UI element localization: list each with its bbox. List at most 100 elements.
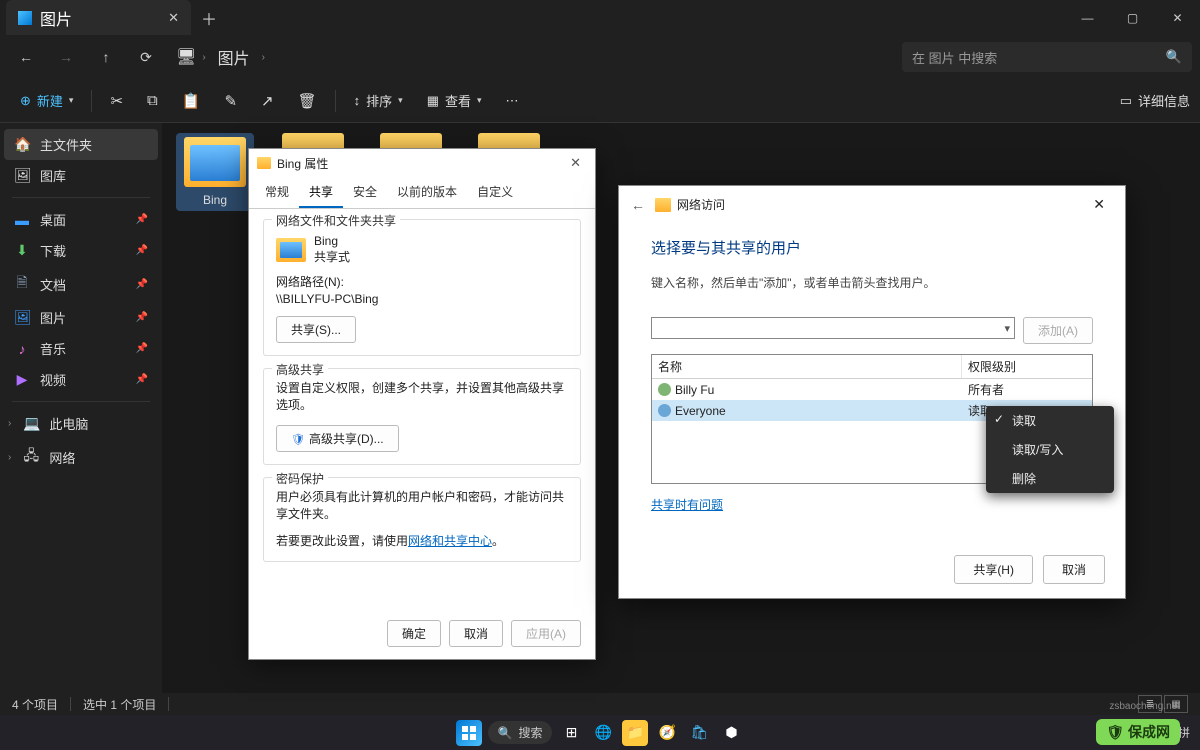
close-dialog-button[interactable]: ✕: [564, 153, 587, 173]
address-bar[interactable]: 🖥 › 图片 ›: [176, 41, 265, 73]
network-center-link[interactable]: 网络和共享中心: [408, 534, 492, 548]
monitor-icon: 🖥: [176, 47, 196, 67]
chevron-down-icon: ▾: [477, 95, 482, 106]
dialog-body: 网络文件和文件夹共享 Bing 共享式 网络路径(N): \\BILLYFU-P…: [249, 209, 595, 584]
sharing-help-link[interactable]: 共享时有问题: [651, 498, 723, 512]
cut-button[interactable]: ✂: [100, 86, 133, 116]
pictures-icon: 🖼: [14, 309, 30, 326]
dialog-titlebar[interactable]: Bing 属性 ✕: [249, 149, 595, 177]
paste-button[interactable]: 📋: [172, 86, 211, 116]
separator: [335, 90, 336, 112]
sidebar-item-music[interactable]: ♪音乐📌: [4, 333, 158, 364]
share-button[interactable]: 共享(S)...: [276, 316, 356, 343]
search-input[interactable]: 在 图片 中搜索 🔍: [902, 42, 1192, 72]
new-tab-button[interactable]: ＋: [191, 6, 227, 30]
menu-item-remove[interactable]: 删除: [986, 464, 1114, 493]
share-confirm-button[interactable]: 共享(H): [954, 555, 1033, 584]
plus-circle-icon: ⊕: [20, 93, 31, 109]
new-button[interactable]: ⊕ 新建 ▾: [10, 85, 83, 116]
tab-customize[interactable]: 自定义: [467, 177, 523, 208]
sidebar-item-pictures[interactable]: 🖼图片📌: [4, 302, 158, 333]
taskbar: 🔍搜索 ⊞ 🌐 📁 🧭 🛍 ⬢ ˄ 英 拼: [0, 715, 1200, 750]
tab-previous-versions[interactable]: 以前的版本: [387, 177, 467, 208]
taskbar-app[interactable]: 🧭: [654, 720, 680, 746]
advanced-share-button[interactable]: 🛡高级共享(D)...: [276, 425, 399, 452]
rename-button[interactable]: ✎: [214, 86, 247, 116]
minimize-button[interactable]: —: [1065, 0, 1110, 35]
group-label: 网络文件和文件夹共享: [272, 212, 400, 229]
back-button[interactable]: ←: [631, 197, 645, 213]
sort-button[interactable]: ↕ 排序 ▾: [344, 85, 413, 116]
user-name-combobox[interactable]: ▾: [651, 317, 1015, 339]
download-icon: ⬇: [14, 242, 30, 259]
taskbar-search[interactable]: 🔍搜索: [488, 721, 553, 744]
music-icon: ♪: [14, 341, 30, 357]
user-name: Everyone: [675, 404, 726, 418]
group-label: 密码保护: [272, 470, 328, 487]
details-pane-button[interactable]: ▭ 详细信息: [1120, 91, 1190, 110]
taskbar-app[interactable]: 🌐: [590, 720, 616, 746]
sidebar-item-gallery[interactable]: 🖼图库: [4, 160, 158, 191]
sidebar-item-network[interactable]: ›🖧网络: [4, 439, 158, 475]
sidebar-item-thispc[interactable]: ›💻此电脑: [4, 408, 158, 439]
properties-tabs: 常规 共享 安全 以前的版本 自定义: [249, 177, 595, 209]
sidebar-item-home[interactable]: 🏠主文件夹: [4, 129, 158, 160]
taskbar-app[interactable]: 🛍: [686, 720, 712, 746]
sidebar-item-documents[interactable]: 🗎文档📌: [4, 266, 158, 302]
delete-button[interactable]: 🗑: [288, 86, 327, 116]
taskbar-app[interactable]: 📁: [622, 720, 648, 746]
close-dialog-button[interactable]: ✕: [1085, 194, 1113, 215]
chevron-right-icon: ›: [8, 452, 11, 463]
add-button[interactable]: 添加(A): [1023, 317, 1093, 344]
sort-icon: ↕: [354, 93, 361, 108]
more-button[interactable]: ⋯: [496, 87, 529, 115]
folder-bing[interactable]: Bing: [176, 133, 254, 211]
close-window-button[interactable]: ✕: [1155, 0, 1200, 35]
cancel-button[interactable]: 取消: [1043, 555, 1105, 584]
password-text-1: 用户必须具有此计算机的用户帐户和密码，才能访问共享文件夹。: [276, 488, 568, 522]
taskbar-app[interactable]: ⬢: [718, 720, 744, 746]
video-icon: ▶: [14, 371, 30, 388]
command-bar: ⊕ 新建 ▾ ✂ ⧉ 📋 ✎ ↗ 🗑 ↕ 排序 ▾ ▦ 查看 ▾ ⋯ ▭ 详细信…: [0, 79, 1200, 123]
share-button[interactable]: ↗: [251, 86, 284, 116]
menu-item-readwrite[interactable]: 读取/写入: [986, 435, 1114, 464]
sidebar-item-desktop[interactable]: ▬桌面📌: [4, 204, 158, 235]
cancel-button[interactable]: 取消: [449, 620, 503, 647]
home-icon: 🏠: [14, 136, 30, 153]
sidebar-item-videos[interactable]: ▶视频📌: [4, 364, 158, 395]
window-tab[interactable]: 图片 ✕: [6, 0, 191, 35]
folder-icon: [655, 198, 671, 212]
apply-button[interactable]: 应用(A): [511, 620, 581, 647]
window-controls: — ▢ ✕: [1065, 0, 1200, 35]
back-button[interactable]: ←: [8, 39, 44, 75]
maximize-button[interactable]: ▢: [1110, 0, 1155, 35]
column-permission[interactable]: 权限级别: [962, 355, 1092, 378]
refresh-button[interactable]: ⟳: [128, 39, 164, 75]
ok-button[interactable]: 确定: [387, 620, 441, 647]
breadcrumb-pictures[interactable]: 图片: [212, 41, 256, 73]
permission-level: 所有者: [968, 381, 1004, 398]
column-name[interactable]: 名称: [652, 355, 962, 378]
pin-icon: 📌: [136, 312, 148, 323]
pin-icon: 📌: [136, 245, 148, 256]
sidebar-item-downloads[interactable]: ⬇下载📌: [4, 235, 158, 266]
forward-button[interactable]: →: [48, 39, 84, 75]
copy-button[interactable]: ⧉: [137, 86, 168, 115]
password-text-2: 若要更改此设置，请使用网络和共享中心。: [276, 532, 568, 549]
pin-icon: 📌: [136, 343, 148, 354]
tab-security[interactable]: 安全: [343, 177, 387, 208]
tab-general[interactable]: 常规: [255, 177, 299, 208]
dialog-actions: 共享(H) 取消: [954, 555, 1105, 584]
close-tab-icon[interactable]: ✕: [168, 10, 179, 26]
view-button[interactable]: ▦ 查看 ▾: [417, 85, 492, 116]
group-label: 高级共享: [272, 361, 328, 378]
network-path-label: 网络路径(N):: [276, 273, 568, 290]
chevron-right-icon: ›: [8, 418, 11, 429]
item-count: 4 个项目: [12, 696, 58, 713]
up-button[interactable]: ↑: [88, 39, 124, 75]
tab-share[interactable]: 共享: [299, 177, 343, 208]
start-button[interactable]: [456, 720, 482, 746]
table-row[interactable]: Billy Fu 所有者: [652, 379, 1092, 400]
task-view-button[interactable]: ⊞: [558, 720, 584, 746]
menu-item-read[interactable]: 读取: [986, 406, 1114, 435]
